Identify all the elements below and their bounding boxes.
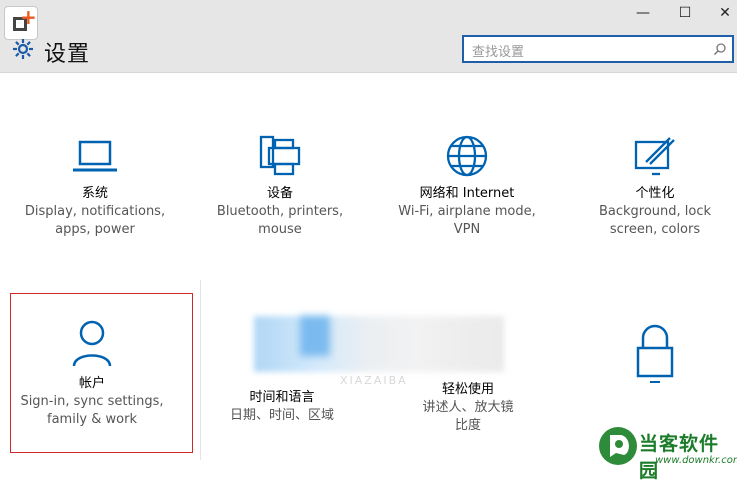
tile-desc-line: Display, notifications,	[24, 204, 166, 219]
tile-desc-line: Wi-Fi, airplane mode,	[398, 204, 536, 219]
tile-desc-line: 日期、时间、区域	[229, 408, 334, 423]
tile-ease-of-access[interactable]: 轻松使用 讲述人、放大镜 比度	[378, 374, 558, 435]
tile-label: 系统	[81, 186, 108, 201]
tile-personalization[interactable]: 个性化 Background, lock screen, colors	[565, 134, 737, 239]
tile-system[interactable]: 系统 Display, notifications, apps, power	[5, 138, 185, 239]
tile-label: 轻松使用	[441, 382, 494, 397]
title-bar: + — ☐ ✕ 设置 查找设置	[0, 0, 737, 72]
header-separator	[0, 72, 737, 73]
tile-desc-line: apps, power	[55, 222, 135, 237]
globe-icon	[446, 135, 488, 177]
tile-desc-line: VPN	[453, 222, 481, 237]
watermark-url: www.downkr.com	[655, 455, 737, 466]
tile-accounts[interactable]: 帐户 Sign-in, sync settings, family & work	[2, 318, 182, 429]
tile-desc-line: Background, lock	[598, 204, 712, 219]
divider	[200, 280, 201, 460]
tile-desc-line: Sign-in, sync settings,	[20, 394, 164, 409]
tile-label: 时间和语言	[249, 390, 315, 405]
paint-icon	[634, 137, 675, 176]
lock-icon	[636, 324, 674, 383]
page-title: 设置	[44, 42, 91, 67]
search-input[interactable]: 查找设置	[472, 41, 524, 60]
tile-desc-line: family & work	[47, 412, 137, 427]
printer-icon	[259, 135, 301, 176]
tile-desc-line: screen, colors	[609, 222, 701, 237]
tile-devices[interactable]: 设备 Bluetooth, printers, mouse	[190, 134, 370, 239]
tile-label: 帐户	[78, 376, 105, 391]
site-watermark: 当客软件园 www.downkr.com	[597, 423, 737, 482]
laptop-icon	[73, 140, 117, 172]
tile-privacy[interactable]	[565, 322, 737, 384]
tile-desc-line: 比度	[454, 418, 481, 433]
tile-label: 个性化	[635, 186, 675, 201]
tile-network[interactable]: 网络和 Internet Wi-Fi, airplane mode, VPN	[377, 134, 557, 239]
app-badge-icon: +	[4, 5, 38, 40]
search-icon[interactable]	[713, 42, 727, 56]
tile-desc-line: Bluetooth, printers,	[216, 204, 344, 219]
maximize-button[interactable]: ☐	[664, 2, 706, 24]
blurred-region	[300, 316, 330, 356]
minimize-button[interactable]: —	[622, 2, 664, 24]
tile-time-language[interactable]: 时间和语言 日期、时间、区域	[192, 382, 372, 425]
search-box[interactable]: 查找设置	[462, 35, 734, 63]
tile-label: 设备	[266, 186, 293, 201]
downkr-logo-icon	[599, 427, 637, 465]
tile-desc-line: mouse	[258, 222, 302, 237]
blurred-region	[254, 316, 504, 372]
person-icon	[72, 320, 112, 367]
gear-icon	[13, 39, 33, 59]
tile-desc-line: 讲述人、放大镜	[422, 400, 514, 415]
tile-label: 网络和 Internet	[419, 186, 515, 201]
close-button[interactable]: ✕	[704, 2, 737, 24]
